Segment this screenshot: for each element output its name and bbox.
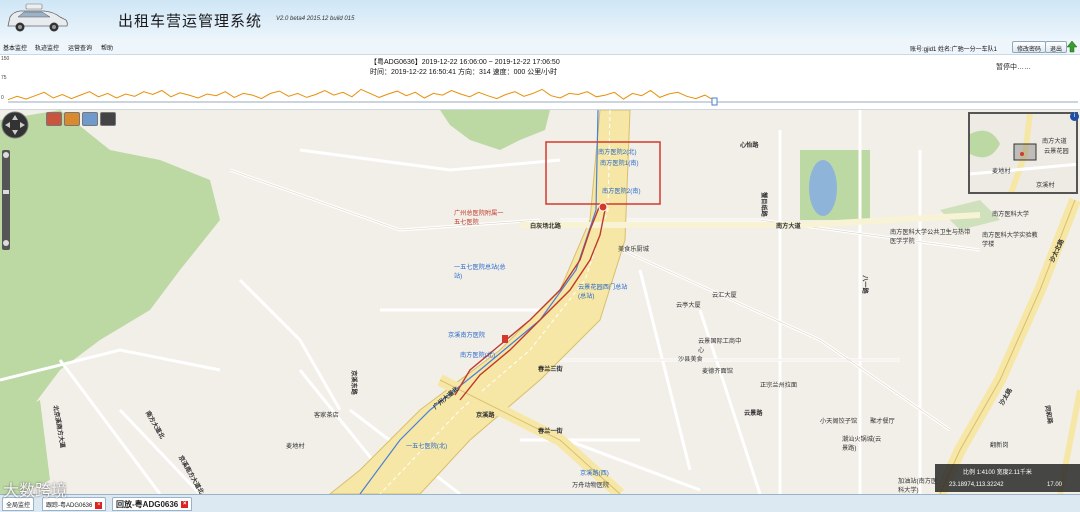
- tab-label: 全局监控: [6, 503, 31, 509]
- playback-position-marker[interactable]: [711, 97, 718, 106]
- map-label: 心怡路: [740, 142, 759, 149]
- map-label: 一五七医院总站(总站): [454, 264, 506, 280]
- home-icon[interactable]: [46, 112, 62, 126]
- scale-info-box: 比例 1:4100 宽度2.11千米 23.18974,113.32242 17…: [935, 464, 1080, 492]
- map-label: 南方医院2(北): [598, 149, 637, 156]
- minimap-label: 京溪村: [1036, 182, 1055, 189]
- map-label: 加油站(南方医科大学): [898, 478, 938, 494]
- minimap-label: 麦地村: [992, 168, 1011, 175]
- tab-label: 回放-粤ADG0636: [116, 500, 179, 509]
- info-icon[interactable]: i: [1070, 112, 1079, 121]
- map-label: 南方医科大学: [992, 211, 1030, 218]
- map-label: 南方大道: [776, 223, 801, 230]
- map-label: 云景花园西门总站(总站): [578, 284, 628, 300]
- close-icon[interactable]: ×: [181, 501, 189, 509]
- map-label: 聚才餐厅: [870, 418, 895, 425]
- logout-button[interactable]: 退出: [1045, 41, 1068, 53]
- speed-series-line: [7, 88, 715, 101]
- map-label: 春兰一街: [538, 428, 563, 435]
- map-label: 潮汕火锅城(云景路): [842, 436, 882, 452]
- map-label: 沙县美食: [678, 356, 703, 363]
- up-arrow-icon[interactable]: [1066, 40, 1078, 53]
- map-label: 翻新岗: [990, 442, 1009, 449]
- map-label: 云汇大厦: [712, 292, 737, 299]
- map-label: 南方医科大学公共卫生与热带医学学院: [890, 229, 971, 245]
- map-label: 南方医院1(南): [600, 160, 639, 167]
- map-label: 正宗兰州拉面: [760, 382, 798, 389]
- map-label: 广州总医院附属一五七医院: [454, 210, 504, 226]
- map-label: 蟹目纸路: [759, 192, 767, 217]
- map-label: 云亭大厦: [676, 302, 701, 309]
- coordinates-text: 23.18974,113.32242: [949, 482, 1004, 488]
- speed-panel: 【粤ADG0636】2019-12-22 16:06:00 ~ 2019-12-…: [0, 55, 1080, 153]
- watermark: 大数跨境: [3, 481, 68, 500]
- speed-chart: [7, 88, 1078, 106]
- minimap-label: 南方大道: [1042, 138, 1067, 145]
- map-label: 云景路: [744, 410, 763, 417]
- user-info: 账号:gjid1 姓名:广驰一分一车队1: [910, 47, 998, 53]
- version-text: V2.0 beta4 2015.12 build 015: [276, 16, 355, 22]
- map-view[interactable]: 南方大道 云景花园 麦地村 京溪村 i 南方医院2(北) 南方医院1(南) 南方…: [0, 110, 1080, 494]
- map-label: 南方医院2(南): [602, 188, 641, 195]
- map-label: 万舟动物医院: [572, 482, 610, 489]
- map-toolbar: [46, 112, 116, 126]
- map-label: 京溪路(西): [580, 470, 609, 477]
- map-label: 京溪东路: [349, 370, 357, 395]
- map-label: 美食乐厨城: [618, 246, 649, 253]
- map-label: 小天阁饺子馆: [820, 418, 858, 425]
- tab-playback-vehicle[interactable]: 回放-粤ADG0636 ×: [112, 497, 193, 511]
- window-tab-bar: 全局监控 跟踪-粤ADG0636 × 回放-粤ADG0636 ×: [0, 494, 1080, 512]
- map-label: 京溪南方医院: [448, 332, 486, 339]
- change-password-button[interactable]: 修改密码: [1012, 41, 1047, 53]
- map-label: 八一路: [860, 275, 868, 294]
- close-icon[interactable]: ×: [95, 501, 103, 509]
- menu-help[interactable]: 帮助: [101, 43, 113, 52]
- map-label: 白灰场北路: [530, 223, 561, 230]
- map-label: 春兰三街: [538, 366, 563, 373]
- menu-basic-monitor[interactable]: 基本监控: [3, 43, 27, 52]
- map-label: 京溪路: [476, 412, 495, 419]
- taxi-logo-icon: [7, 3, 68, 32]
- menu-operation-query[interactable]: 运营查询: [68, 43, 92, 52]
- map-label: 麦德齐面馆: [702, 368, 733, 375]
- back-icon[interactable]: [100, 112, 116, 126]
- map-label: 客家茶店: [314, 412, 339, 419]
- minimap-label: 云景花园: [1044, 148, 1069, 155]
- ruler-icon[interactable]: [64, 112, 80, 126]
- scale-text: 比例 1:4100 宽度2.11千米: [963, 470, 1032, 476]
- map-label: 云景国际工商中心: [698, 338, 742, 354]
- zoom-level-text: 17.00: [1047, 482, 1063, 488]
- overview-minimap[interactable]: 南方大道 云景花园 麦地村 京溪村: [968, 112, 1078, 194]
- map-label: 麦地村: [286, 443, 305, 450]
- tab-label: 跟踪-粤ADG0636: [46, 503, 93, 509]
- map-label: 南方医院(北): [460, 352, 496, 359]
- app-header: 出租车营运管理系统 V2.0 beta4 2015.12 build 015: [0, 0, 1080, 38]
- map-label: 南方医科大学实验教学楼: [982, 232, 1038, 248]
- search-icon[interactable]: [82, 112, 98, 126]
- map-label: 一五七医院(北): [406, 443, 448, 450]
- map-navigation-control[interactable]: [0, 110, 30, 250]
- app-title: 出租车营运管理系统: [118, 12, 263, 30]
- menu-track-monitor[interactable]: 轨迹监控: [35, 43, 59, 52]
